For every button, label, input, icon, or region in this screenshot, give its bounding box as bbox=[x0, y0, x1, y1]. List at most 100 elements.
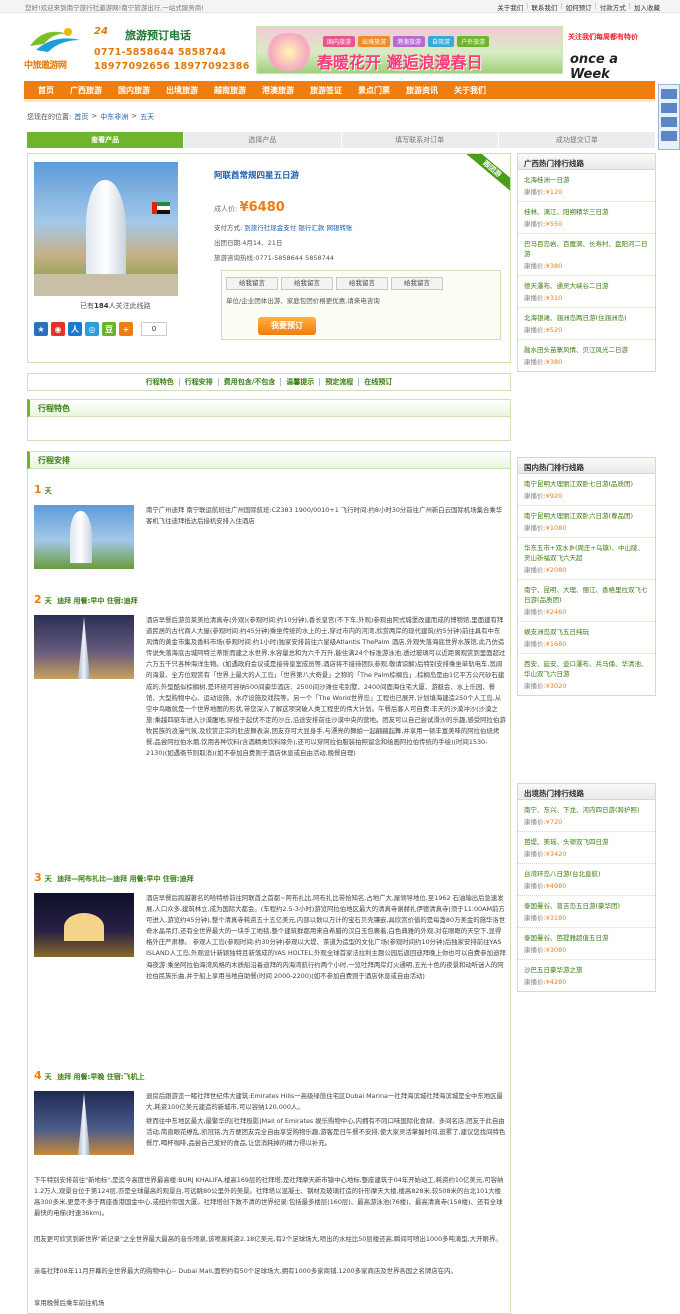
pay-method-bank[interactable]: 银行汇款 bbox=[298, 224, 324, 232]
day-1-photo[interactable] bbox=[34, 505, 134, 569]
breadcrumb-sep: > bbox=[91, 112, 98, 120]
top-link-contact[interactable]: 联系我们 bbox=[531, 2, 557, 12]
route-item[interactable]: 北海银滩、涠洲岛两日游(住涠洲岛) 康播价:¥520 bbox=[518, 308, 655, 340]
route-item[interactable]: 沙巴五日豪华游之旅 康播价:¥4280 bbox=[518, 960, 655, 991]
route-item[interactable]: 桂林、漓江、阳朔精华三日游 康播价:¥550 bbox=[518, 202, 655, 234]
nav-about[interactable]: 关于我们 bbox=[446, 85, 494, 96]
route-item[interactable]: 台湾环岛八日游(台北直航) 康播价:¥4980 bbox=[518, 864, 655, 896]
tab-itinerary[interactable]: 行程安排 bbox=[180, 378, 219, 386]
banner-chip: 出境旅游 bbox=[358, 36, 391, 47]
side-widget-button[interactable] bbox=[661, 89, 677, 99]
leave-message-button[interactable]: 给我留言 bbox=[391, 277, 443, 290]
route-item[interactable]: 巴马百岛岩、百魔洞、长寿村、盘阳河二日游 康播价:¥380 bbox=[518, 234, 655, 276]
side-widget-button[interactable] bbox=[661, 117, 677, 127]
route-item[interactable]: 泰国曼谷、普吉岛五日游(豪华团) 康播价:¥3180 bbox=[518, 896, 655, 928]
route-item[interactable]: 华东五市+双水乡(周庄+乌镇)、中山陵、灵山祈福双飞六天超 康播价:¥2080 bbox=[518, 538, 655, 580]
step-select-product: 选择产品 bbox=[184, 132, 342, 148]
nav-hk-macau[interactable]: 港澳旅游 bbox=[254, 85, 302, 96]
features-section-header: 行程特色 bbox=[27, 399, 511, 417]
book-now-button[interactable]: 我要预订 bbox=[258, 317, 316, 335]
route-item[interactable]: 南宁、昆明、大理、丽江、香格里拉双飞七日游(品质团) 康播价:¥2460 bbox=[518, 580, 655, 622]
guangxi-ranking: 广西热门排行线路 北海桂洲一日游 康播价:¥120 桂林、漓江、阳朔精华三日游 康播… bbox=[517, 153, 656, 372]
weekly-deal-banner[interactable]: 关注我们每周都有特价 once a Week bbox=[566, 28, 658, 82]
nav-vietnam[interactable]: 越南旅游 bbox=[206, 85, 254, 96]
day-3-photo[interactable] bbox=[34, 893, 134, 957]
detail-tabs: 行程特色 行程安排 费用包含/不包含 温馨提示 预定流程 在线预订 bbox=[27, 373, 511, 391]
leave-message-button[interactable]: 给我留言 bbox=[336, 277, 388, 290]
share-count: 0 bbox=[141, 322, 167, 336]
phone-landline: 0771-5858644 5858744 bbox=[94, 47, 227, 58]
tab-features[interactable]: 行程特色 bbox=[141, 378, 180, 386]
phone-title: 旅游预订电话 bbox=[125, 29, 191, 42]
douban-icon[interactable]: 豆 bbox=[102, 322, 116, 336]
weibo-icon[interactable]: ◉ bbox=[51, 322, 65, 336]
tab-booking-process[interactable]: 预定流程 bbox=[320, 378, 360, 386]
top-link-about[interactable]: 关于我们 bbox=[497, 2, 523, 12]
banner-chip: 国内旅游 bbox=[323, 36, 356, 47]
route-item[interactable]: 德天瀑布、通灵大峡谷二日游 康播价:¥310 bbox=[518, 276, 655, 308]
day-4-photo[interactable] bbox=[34, 1091, 134, 1155]
floating-side-widget[interactable] bbox=[658, 84, 680, 150]
logo-text: 中旅遨游网 bbox=[24, 61, 67, 71]
phone-mobile: 18977092656 18977092386 bbox=[94, 61, 250, 72]
nav-visa[interactable]: 旅游签证 bbox=[302, 85, 350, 96]
pay-method-cash[interactable]: 到旅行社现金支付 bbox=[244, 224, 296, 232]
top-link-favorite[interactable]: 加入收藏 bbox=[634, 2, 660, 12]
consult-hotline: 旅游咨询热线:0771-5858644 5858744 bbox=[214, 254, 335, 262]
nav-tickets[interactable]: 景点门票 bbox=[350, 85, 398, 96]
route-item[interactable]: 南宁昆明大理丽江双卧七日游(品质团) 康播价:¥920 bbox=[518, 474, 655, 506]
booking-phone-box: 24 旅游预订电话 0771-5858644 5858744 189770926… bbox=[92, 25, 252, 77]
nav-outbound[interactable]: 出境旅游 bbox=[158, 85, 206, 96]
banner-chips: 国内旅游 出境旅游 港澳旅游 自驾游 户外旅游 bbox=[323, 36, 490, 47]
breadcrumb-region[interactable]: 中东非洲 bbox=[100, 112, 128, 122]
top-link-howto[interactable]: 如何预订 bbox=[566, 2, 592, 12]
tab-online-booking[interactable]: 在线预订 bbox=[359, 378, 397, 386]
top-bar: 您好!欢迎来到南宁旅行社遨游网!南宁旅游出行,一站式服务商! 关于我们 | 联系我… bbox=[0, 0, 680, 13]
route-item[interactable]: 南宁昆明大理丽江双卧六日游(尊品团) 康播价:¥1080 bbox=[518, 506, 655, 538]
pay-method-online[interactable]: 网银转账 bbox=[326, 224, 352, 232]
qzone-icon[interactable]: ◎ bbox=[85, 322, 99, 336]
top-links: 关于我们 | 联系我们 | 如何预订 | 付款方式 | 加入收藏 bbox=[497, 2, 660, 12]
breadcrumb-duration[interactable]: 五天 bbox=[140, 112, 154, 122]
group-tour-badge: 跟团游 bbox=[464, 154, 510, 194]
tab-tips[interactable]: 温馨提示 bbox=[281, 378, 321, 386]
product-photo[interactable] bbox=[34, 162, 178, 296]
breadcrumb-home[interactable]: 首页 bbox=[74, 112, 88, 122]
follow-count: 已有184人关注此线路 bbox=[80, 302, 151, 310]
route-item[interactable]: 泰国曼谷、芭提雅超值五日游 康播价:¥3080 bbox=[518, 928, 655, 960]
tab-costs[interactable]: 费用包含/不包含 bbox=[219, 378, 282, 386]
burj-al-arab-image bbox=[86, 180, 126, 280]
leave-message-button[interactable]: 给我留言 bbox=[281, 277, 333, 290]
route-item[interactable]: 北海桂洲一日游 康播价:¥120 bbox=[518, 170, 655, 202]
route-item[interactable]: 南宁、东兴、下龙、河内四日游(跨护照) 康播价:¥720 bbox=[518, 800, 655, 832]
route-item[interactable]: 芭堤、美瑶、头顿双飞四日游 康播价:¥3420 bbox=[518, 832, 655, 864]
guangxi-ranking-title: 广西热门排行线路 bbox=[518, 154, 655, 170]
banner-chip: 户外旅游 bbox=[457, 36, 490, 47]
nav-guangxi[interactable]: 广西旅游 bbox=[62, 85, 110, 96]
route-item[interactable]: 融水田头苗寨风情、贝江风光二日游 康播价:¥380 bbox=[518, 340, 655, 371]
day-3-header: 3天 迪拜—阿布扎比—迪拜 用餐:早中 住宿:迪拜 bbox=[34, 871, 194, 884]
breadcrumb-sep: > bbox=[131, 112, 138, 120]
route-item[interactable]: 蜈支洲岛双飞五日纯玩 康播价:¥1680 bbox=[518, 622, 655, 654]
banner-chip: 港澳旅游 bbox=[393, 36, 426, 47]
day-4-text-2: 继而往中东地区最大,最繁华的[社拜极影]Mall of Emirates 娱乐购… bbox=[146, 1117, 506, 1148]
price-label: 成人价: bbox=[214, 205, 238, 213]
booking-steps: 查看产品 选择产品 填写联系对订单 成功提交订单 bbox=[27, 132, 656, 148]
more-share-plus-icon[interactable]: + bbox=[119, 322, 133, 336]
side-widget-button[interactable] bbox=[661, 103, 677, 113]
side-widget-button[interactable] bbox=[661, 131, 677, 141]
group-discount-note: 单位/企业团体出游、家庭包团价格更优惠,请来电咨询 bbox=[226, 297, 380, 305]
favorite-star-icon[interactable]: ★ bbox=[34, 322, 48, 336]
leave-message-button[interactable]: 给我留言 bbox=[226, 277, 278, 290]
day-2-header: 2天 迪拜 用餐:早中 住宿:迪拜 bbox=[34, 593, 138, 606]
route-item[interactable]: 西安、延安、壶口瀑布、兵马俑、华清池、华山双飞六日游 康播价:¥3020 bbox=[518, 654, 655, 695]
day-2-photo[interactable] bbox=[34, 615, 134, 679]
top-link-payment[interactable]: 付款方式 bbox=[600, 2, 626, 12]
nav-news[interactable]: 旅游资讯 bbox=[398, 85, 446, 96]
nav-home[interactable]: 首页 bbox=[30, 85, 62, 96]
nav-domestic[interactable]: 国内旅游 bbox=[110, 85, 158, 96]
promo-banner[interactable]: 国内旅游 出境旅游 港澳旅游 自驾游 户外旅游 春暖花开 邂逅浪漫春日 bbox=[256, 26, 563, 74]
day-4-header: 4天 迪拜 用餐:早晚 住宿:飞机上 bbox=[34, 1069, 145, 1082]
renren-icon[interactable]: 人 bbox=[68, 322, 82, 336]
itinerary-section-body: 1天 南宁广州迪拜 南宁联运航班往广州国际航班:CZ383 1900/0010+… bbox=[27, 469, 511, 1314]
